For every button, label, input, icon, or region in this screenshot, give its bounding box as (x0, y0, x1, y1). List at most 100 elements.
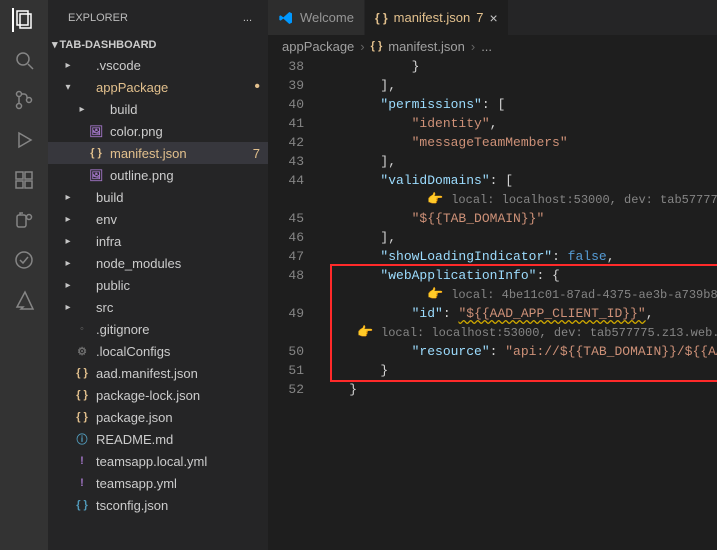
folder-env[interactable]: ▸env (48, 208, 268, 230)
breadcrumb-segment[interactable]: manifest.json (388, 39, 465, 54)
folder-build[interactable]: ▸build (48, 186, 268, 208)
folder-public[interactable]: ▸ public (48, 274, 268, 296)
source-control-icon[interactable] (12, 88, 36, 112)
chevron-right-icon: ▸ (62, 258, 74, 269)
line-number: 41 (268, 114, 304, 133)
folder-node_modules[interactable]: ▸node_modules (48, 252, 268, 274)
editor-area: Welcome{ }manifest.json7× appPackage›{ }… (268, 0, 717, 550)
tab-problems-count: 7 (476, 10, 483, 25)
code-line[interactable]: "permissions": [ (318, 95, 717, 114)
tree-item-label: package-lock.json (96, 388, 260, 403)
code-line[interactable]: "${{TAB_DOMAIN}}" (318, 209, 717, 228)
folder-build[interactable]: ▸build (48, 98, 268, 120)
code-line[interactable]: "id": "${{AAD_APP_CLIENT_ID}}", (318, 304, 717, 323)
file-tsconfig-json[interactable]: { } tsconfig.json (48, 494, 268, 516)
tree-item-label: teamsapp.yml (96, 476, 260, 491)
line-number: 48 (268, 266, 304, 285)
line-number (268, 285, 304, 304)
breadcrumb-segment[interactable]: appPackage (282, 39, 354, 54)
tsconfig-icon: { } (74, 499, 90, 511)
json-icon: { } (375, 11, 388, 25)
code-line[interactable]: "showLoadingIndicator": false, (318, 247, 717, 266)
sidebar-title: EXPLORER (68, 12, 128, 24)
project-header[interactable]: ▾ TAB-DASHBOARD (48, 35, 268, 54)
tree-item-label: build (96, 190, 260, 205)
line-number: 47 (268, 247, 304, 266)
tree-item-label: tsconfig.json (96, 498, 260, 513)
tree-item-label: build (110, 102, 260, 117)
tree-item-label: src (96, 300, 260, 315)
testing-icon[interactable] (12, 248, 36, 272)
folder--vscode[interactable]: ▸ .vscode (48, 54, 268, 76)
file-teamsapp-local-yml[interactable]: !teamsapp.local.yml (48, 450, 268, 472)
tree-item-label: manifest.json (110, 146, 249, 161)
code-line[interactable]: } (318, 57, 717, 76)
vscode-icon (278, 10, 294, 26)
code-line[interactable]: } (318, 361, 717, 380)
chevron-right-icon: ▸ (62, 280, 74, 291)
file-tree: ▸.vscode▾appPackage•▸build🖼color.png{ }m… (48, 54, 268, 550)
tree-item-label: .vscode (96, 58, 260, 73)
info-icon: ⓘ (74, 431, 90, 447)
file-aad-manifest-json[interactable]: { }aad.manifest.json (48, 362, 268, 384)
tree-item-label: public (96, 278, 260, 293)
file--gitignore[interactable]: ◦.gitignore (48, 318, 268, 340)
file-README-md[interactable]: ⓘ README.md (48, 428, 268, 450)
sidebar-more-icon[interactable]: ... (243, 12, 252, 24)
tab-manifest-json[interactable]: { }manifest.json7× (365, 0, 509, 35)
line-number: 51 (268, 361, 304, 380)
breadcrumb-segment[interactable]: ... (481, 39, 492, 54)
file-color-png[interactable]: 🖼color.png (48, 120, 268, 142)
chevron-right-icon: › (471, 39, 475, 54)
tree-item-label: infra (96, 234, 260, 249)
extensions-icon[interactable] (12, 168, 36, 192)
code-line[interactable]: 👉 local: localhost:53000, dev: tab577775… (318, 323, 717, 342)
line-number: 43 (268, 152, 304, 171)
chevron-down-icon: ▾ (52, 38, 58, 51)
search-icon[interactable] (12, 48, 36, 72)
sidebar-header: EXPLORER ... (48, 0, 268, 35)
chevron-right-icon: ▸ (62, 60, 74, 71)
code-line[interactable]: "validDomains": [ (318, 171, 717, 190)
file-teamsapp-yml[interactable]: ! teamsapp.yml (48, 472, 268, 494)
code-line[interactable]: 👉 local: 4be11c01-87ad-4375-ae3b-a739b81… (318, 285, 717, 304)
image-icon: 🖼 (88, 169, 104, 182)
run-debug-icon[interactable] (12, 128, 36, 152)
code-line[interactable]: ], (318, 228, 717, 247)
folder-infra[interactable]: ▸infra (48, 230, 268, 252)
tree-item-label: outline.png (110, 168, 260, 183)
code-line[interactable]: ], (318, 152, 717, 171)
tree-item-label: README.md (96, 432, 260, 447)
line-number: 38 (268, 57, 304, 76)
azure-icon[interactable] (12, 288, 36, 312)
tree-item-label: env (96, 212, 260, 227)
code-editor[interactable]: 383940414243444546474849505152 } ], "per… (268, 57, 717, 550)
code-line[interactable]: "identity", (318, 114, 717, 133)
yaml-icon: ! (74, 477, 90, 489)
line-number: 44 (268, 171, 304, 190)
folder-src[interactable]: ▸src (48, 296, 268, 318)
code-line[interactable]: "messageTeamMembers" (318, 133, 717, 152)
tree-item-label: aad.manifest.json (96, 366, 260, 381)
file-manifest-json[interactable]: { }manifest.json7 (48, 142, 268, 164)
file-package-json[interactable]: { }package.json (48, 406, 268, 428)
tab-Welcome[interactable]: Welcome (268, 0, 365, 35)
line-number: 49 (268, 304, 304, 323)
code-lines[interactable]: } ], "permissions": [ "identity", "messa… (318, 57, 717, 550)
file--localConfigs[interactable]: ⚙.localConfigs (48, 340, 268, 362)
tree-item-label: .gitignore (96, 322, 260, 337)
json-icon: { } (74, 411, 90, 423)
teams-toolkit-icon[interactable] (12, 208, 36, 232)
yaml-icon: ! (74, 455, 90, 467)
folder-appPackage[interactable]: ▾appPackage• (48, 76, 268, 98)
explorer-icon[interactable] (12, 8, 36, 32)
code-line[interactable]: ], (318, 76, 717, 95)
file-package-lock-json[interactable]: { }package-lock.json (48, 384, 268, 406)
code-line[interactable]: 👉 local: localhost:53000, dev: tab577775… (318, 190, 717, 209)
breadcrumbs[interactable]: appPackage›{ }manifest.json›... (268, 35, 717, 57)
code-line[interactable]: "resource": "api://${{TAB_DOMAIN}}/${{AA (318, 342, 717, 361)
close-icon[interactable]: × (489, 10, 497, 26)
file-outline-png[interactable]: 🖼 outline.png (48, 164, 268, 186)
code-line[interactable]: "webApplicationInfo": { (318, 266, 717, 285)
code-line[interactable]: } (318, 380, 717, 399)
